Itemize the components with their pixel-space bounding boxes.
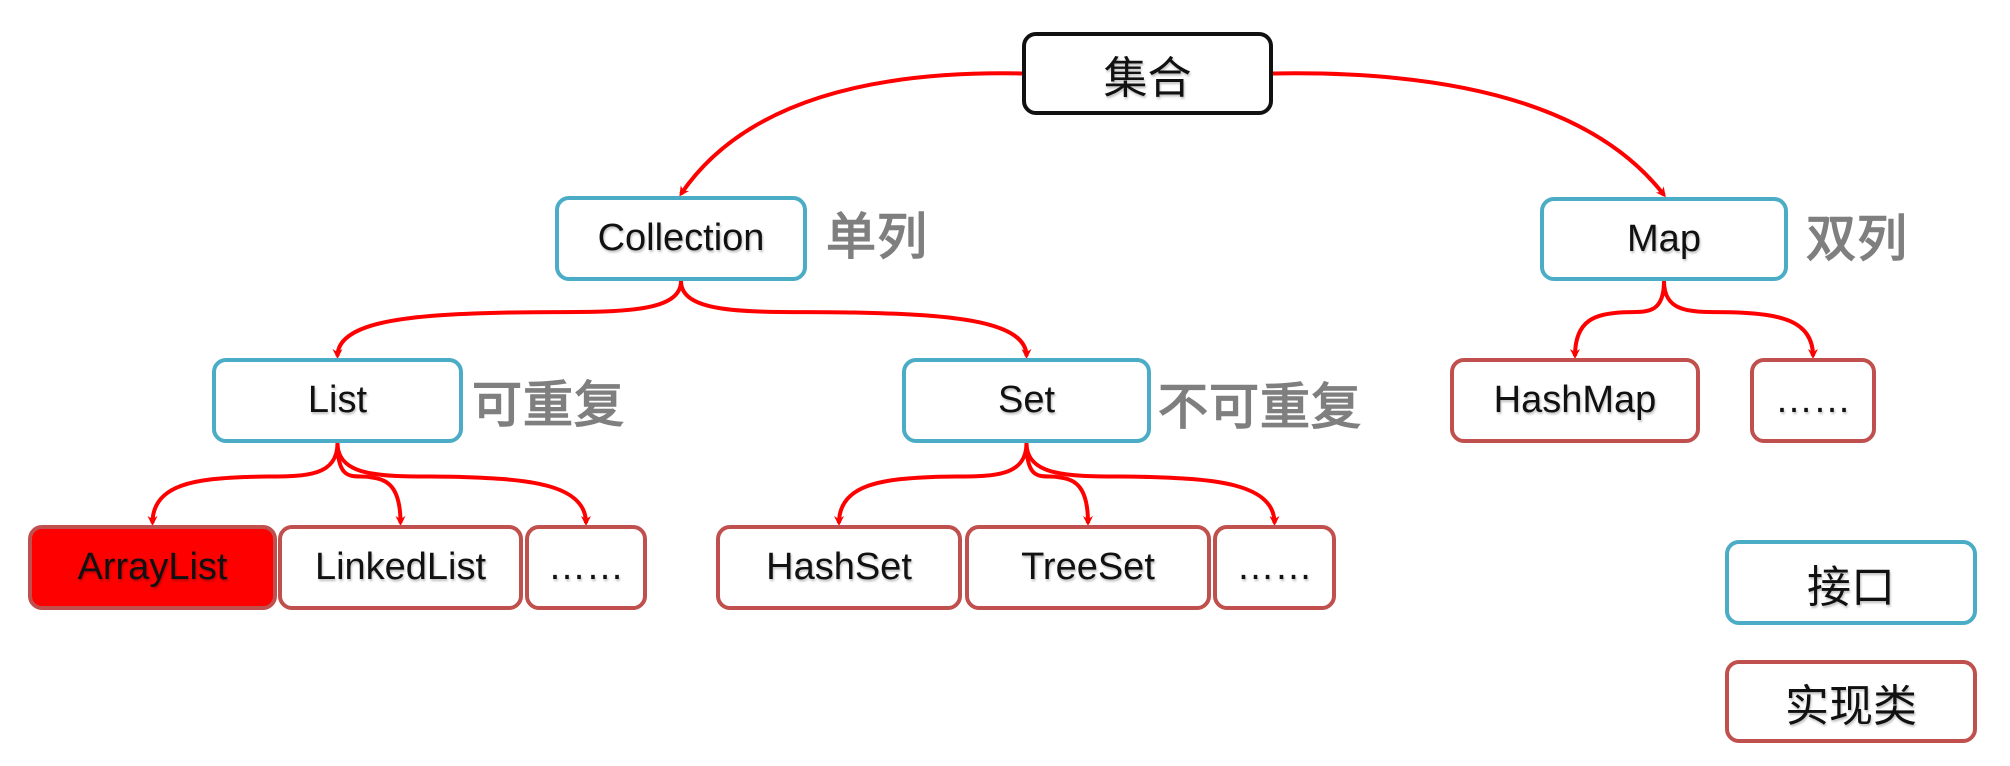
annotation-not-repeatable: 不可重复	[1158, 378, 1362, 436]
node-label: LinkedList	[314, 546, 487, 588]
edge-list-to-arraylist	[147, 442, 340, 526]
node-label: Map	[1627, 217, 1701, 260]
node-label: ……	[1236, 546, 1313, 588]
node-collection-root: 集合	[1022, 32, 1273, 115]
annotation-single-column: 单列	[826, 208, 928, 266]
node-label: Set	[997, 379, 1056, 421]
edge-collection-to-set	[679, 280, 1032, 359]
node-linkedlist: LinkedList	[278, 525, 523, 610]
legend-label: 实现类	[1785, 680, 1917, 732]
node-collection: Collection	[555, 196, 807, 281]
annotation-repeatable: 可重复	[472, 376, 625, 434]
node-map: Map	[1540, 197, 1788, 281]
node-label: HashMap	[1493, 379, 1657, 421]
edge-set-to-hashset	[834, 442, 1029, 526]
node-label: HashSet	[766, 546, 912, 588]
node-treeset: TreeSet	[965, 525, 1211, 610]
node-map-more: ……	[1750, 358, 1876, 443]
node-hashmap: HashMap	[1450, 358, 1700, 443]
node-set-more: ……	[1213, 525, 1336, 610]
edge-root-to-collection	[679, 71, 1023, 197]
edge-map-to-hashmap	[1570, 280, 1666, 359]
node-label: ……	[548, 546, 624, 588]
node-label: List	[307, 379, 368, 421]
legend-implementation-class: 实现类	[1725, 660, 1977, 743]
legend-label: 接口	[1807, 561, 1895, 613]
edge-collection-to-list	[332, 280, 683, 359]
edge-set-to-treeset	[1024, 442, 1093, 526]
edge-set-to-set-more	[1024, 442, 1280, 526]
edge-map-to-map-more	[1662, 280, 1818, 359]
node-list-more: ……	[525, 525, 647, 610]
node-label: TreeSet	[1021, 546, 1155, 588]
edge-list-to-linkedlist	[335, 442, 406, 526]
edge-root-to-map	[1272, 71, 1666, 198]
node-hashset: HashSet	[716, 525, 962, 610]
node-label: ArrayList	[77, 546, 228, 588]
node-set: Set	[902, 358, 1151, 443]
legend-interface: 接口	[1725, 540, 1977, 625]
edge-list-to-list-more	[335, 442, 591, 526]
node-label: Collection	[597, 217, 765, 259]
annotation-double-column: 双列	[1806, 210, 1908, 268]
node-label: ……	[1775, 379, 1851, 421]
node-arraylist: ArrayList	[28, 525, 277, 610]
node-label: 集合	[1103, 52, 1192, 104]
node-list: List	[212, 358, 463, 443]
